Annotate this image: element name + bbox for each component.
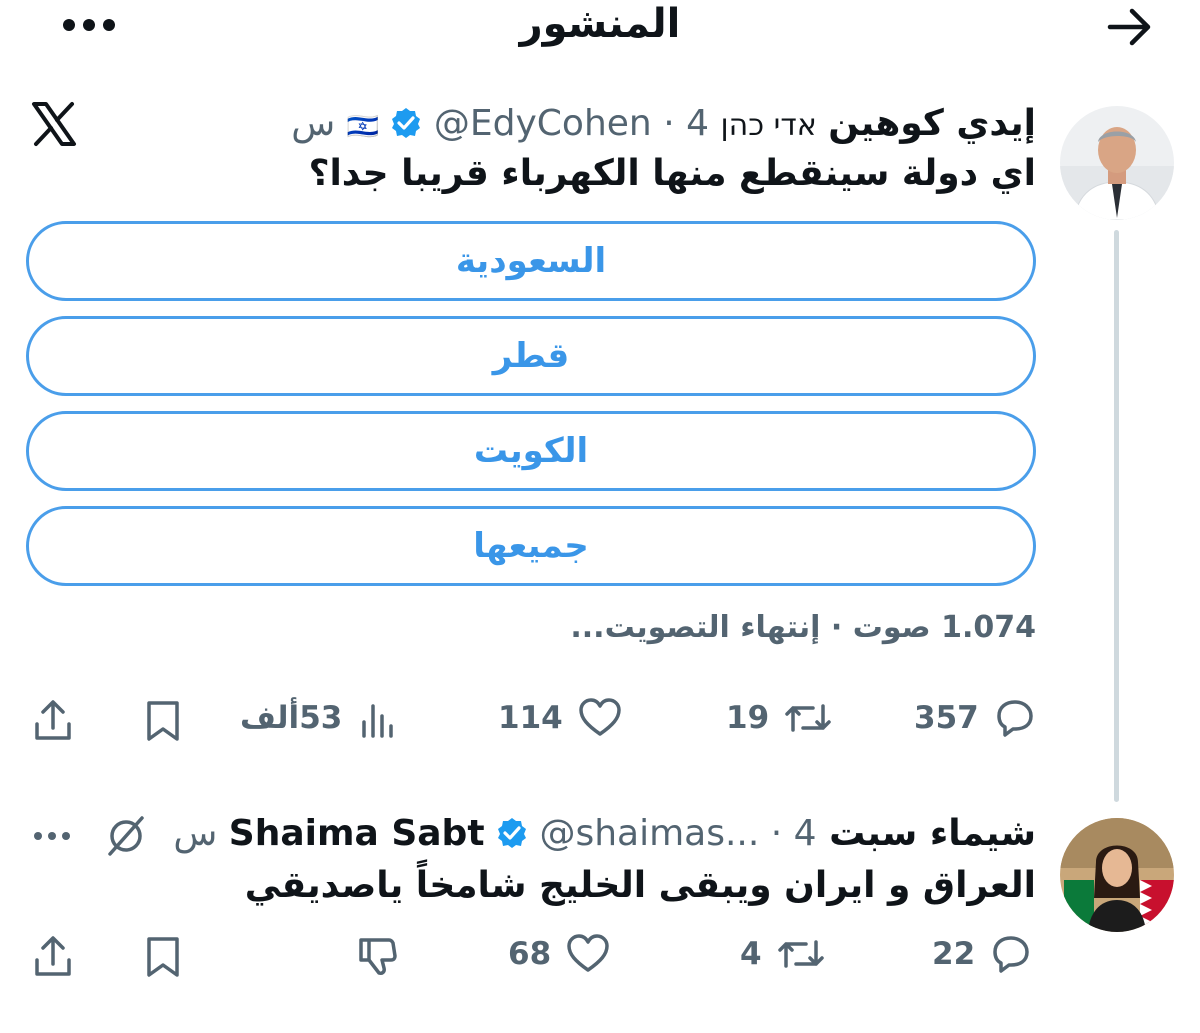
thumbs-down-icon [359, 938, 397, 975]
heart-icon [578, 698, 621, 736]
views-count: 53ألف [240, 700, 343, 736]
share-button[interactable] [28, 932, 78, 982]
arrow-right-icon [1107, 8, 1151, 46]
bookmark-icon [147, 937, 179, 977]
post-text: اي دولة سينقطع منها الكهرباء قريبا جدا؟ [308, 153, 1036, 194]
poll-votes: 1.074 صوت [852, 610, 1036, 645]
author-name[interactable]: إيدي كوهين [828, 103, 1036, 144]
bookmark-icon [147, 701, 179, 741]
views-button[interactable]: 53ألف [240, 696, 400, 740]
more-options-button[interactable] [56, 8, 122, 42]
poll-option[interactable]: جميعها [26, 506, 1036, 586]
author-handle[interactable]: @EdyCohen [434, 103, 652, 144]
reply-more-button[interactable] [28, 822, 76, 850]
reply-count: 22 [932, 936, 976, 972]
reply-icon [993, 936, 1029, 973]
thread-line [1114, 230, 1119, 802]
downvote-button[interactable] [352, 932, 402, 980]
reply-icon [996, 700, 1033, 737]
flag-icon: 🇮🇱 [346, 112, 379, 142]
poll-option[interactable]: الكويت [26, 411, 1036, 491]
author-line: إيدي كوهين אדי כהן 🇮🇱 @EdyCohen · 4 س [291, 102, 1036, 150]
like-button[interactable]: 114 [498, 696, 623, 740]
reply-author-handle[interactable]: @shaimas... [539, 813, 759, 854]
verified-badge-icon [496, 816, 528, 860]
author-hebrew-name: אדי כהן [720, 108, 817, 143]
poll-meta: 1.074 صوت · إنتهاء التصويت... [570, 610, 1036, 645]
verified-badge-icon [390, 106, 422, 150]
avatar[interactable] [1060, 106, 1174, 220]
like-count: 114 [498, 700, 563, 736]
like-button[interactable]: 68 [508, 932, 611, 976]
poll-option[interactable]: قطر [26, 316, 1036, 396]
repost-button[interactable]: 4 [740, 932, 826, 976]
back-button[interactable] [1100, 2, 1160, 52]
x-logo-icon [28, 98, 80, 150]
like-count: 68 [508, 936, 552, 972]
reply-button[interactable]: 22 [932, 932, 1033, 976]
share-icon [35, 936, 71, 976]
meta-separator: · [770, 813, 783, 854]
share-icon [35, 700, 71, 740]
meta-separator: · [663, 103, 675, 144]
share-button[interactable] [28, 696, 78, 746]
reply-text: العراق و ايران ويبقى الخليج شامخاً ياصدي… [244, 865, 1036, 906]
avatar[interactable] [1060, 818, 1174, 932]
more-dots-icon [63, 19, 115, 31]
repost-icon [777, 940, 824, 968]
views-icon [362, 704, 394, 738]
heart-icon [567, 934, 609, 972]
bookmark-button[interactable] [140, 698, 186, 744]
poll-option[interactable]: السعودية [26, 221, 1036, 301]
poll-status: إنتهاء التصويت... [570, 610, 821, 645]
repost-button[interactable]: 19 [726, 696, 833, 740]
repost-icon [785, 704, 831, 732]
repost-count: 19 [726, 700, 770, 736]
reply-count: 357 [914, 700, 979, 736]
page-title: المنشور [519, 1, 681, 47]
bookmark-button[interactable] [140, 934, 186, 980]
reply-author-line: شيماء سبت Shaima Sabt @shaimas... · 4 س [173, 812, 1036, 860]
grok-icon[interactable] [100, 812, 152, 860]
reply-button[interactable]: 357 [914, 696, 1037, 740]
repost-count: 4 [740, 936, 762, 972]
more-dots-icon [34, 832, 70, 840]
